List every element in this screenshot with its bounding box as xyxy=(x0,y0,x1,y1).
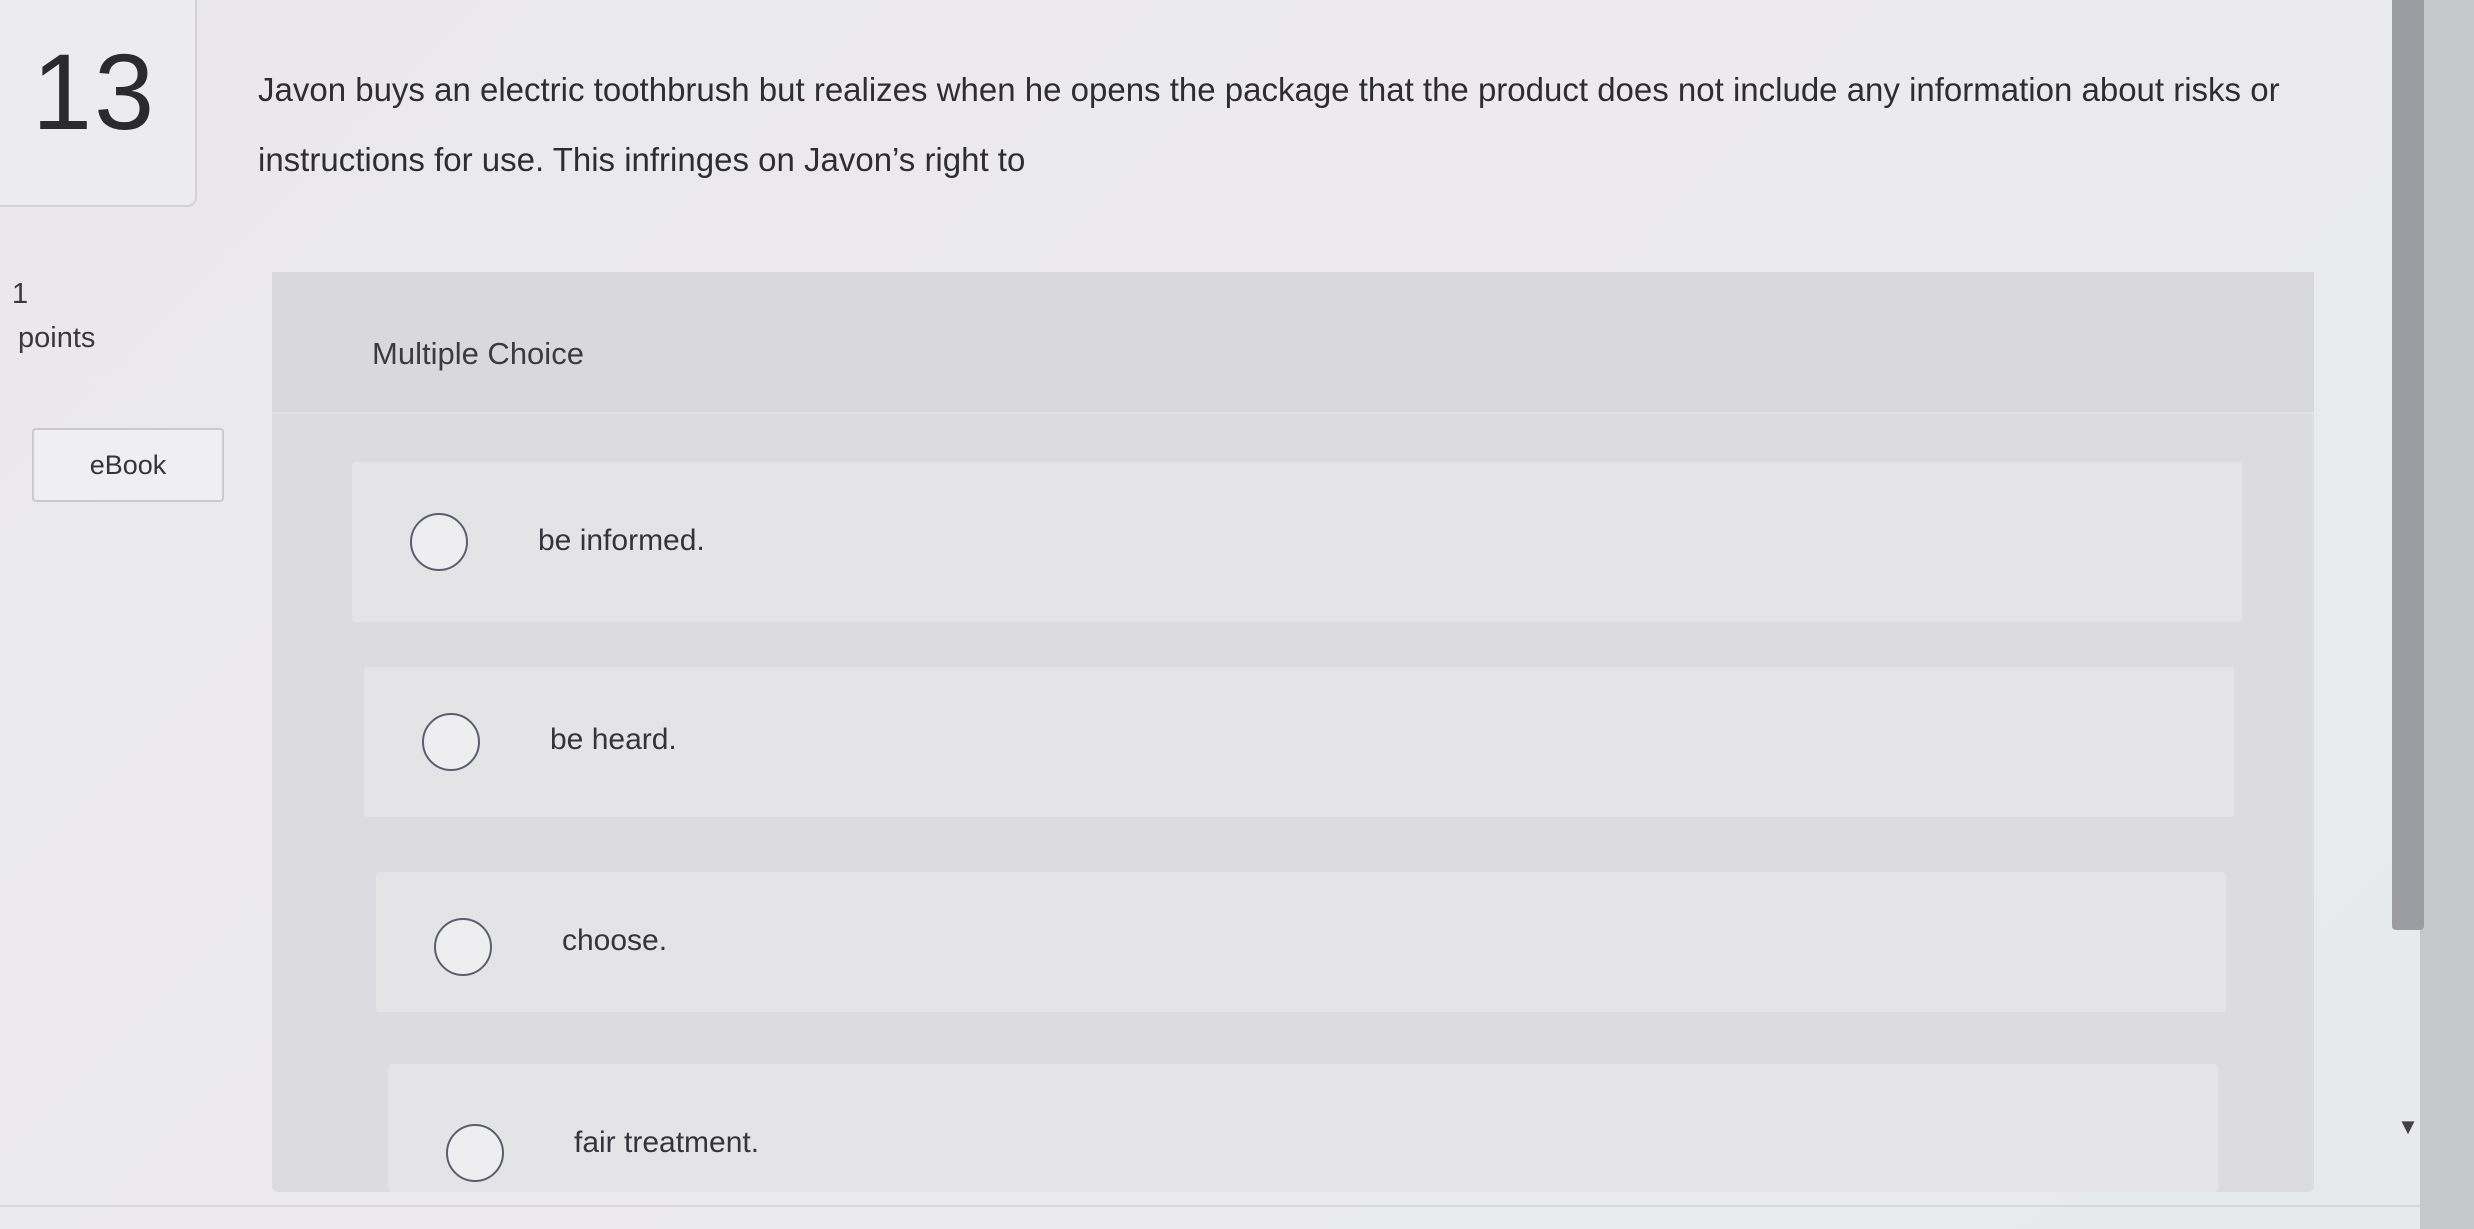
option-be-heard[interactable]: be heard. xyxy=(364,667,2234,817)
option-be-informed[interactable]: be informed. xyxy=(352,462,2242,622)
radio-button[interactable] xyxy=(434,918,492,976)
question-number: 13 xyxy=(32,31,157,152)
option-label: fair treatment. xyxy=(574,1126,760,1159)
divider xyxy=(0,1205,2420,1207)
scrollbar-thumb[interactable] xyxy=(2392,0,2424,930)
option-label: be heard. xyxy=(550,723,677,756)
option-fair-treatment[interactable]: fair treatment. xyxy=(388,1064,2218,1192)
option-choose[interactable]: choose. xyxy=(376,872,2226,1012)
option-label: be informed. xyxy=(538,524,705,557)
option-label: choose. xyxy=(562,924,668,957)
ebook-button[interactable]: eBook xyxy=(32,428,224,502)
radio-button[interactable] xyxy=(422,713,480,771)
multiple-choice-header: Multiple Choice xyxy=(272,272,2314,414)
points-value: 1 xyxy=(12,278,29,310)
points-label: points xyxy=(18,322,96,354)
chevron-down-icon[interactable]: ▼ xyxy=(2388,1112,2428,1142)
question-text: Javon buys an electric toothbrush but re… xyxy=(258,71,2280,178)
radio-button[interactable] xyxy=(446,1124,504,1182)
radio-button[interactable] xyxy=(410,513,468,571)
scrollbar-track[interactable] xyxy=(2420,0,2474,1229)
multiple-choice-title: Multiple Choice xyxy=(372,336,584,371)
multiple-choice-panel: Multiple Choice be informed. be heard. c… xyxy=(272,272,2314,1192)
question-page: 13 Javon buys an electric toothbrush but… xyxy=(0,0,2474,1229)
question-number-box: 13 xyxy=(0,0,197,207)
